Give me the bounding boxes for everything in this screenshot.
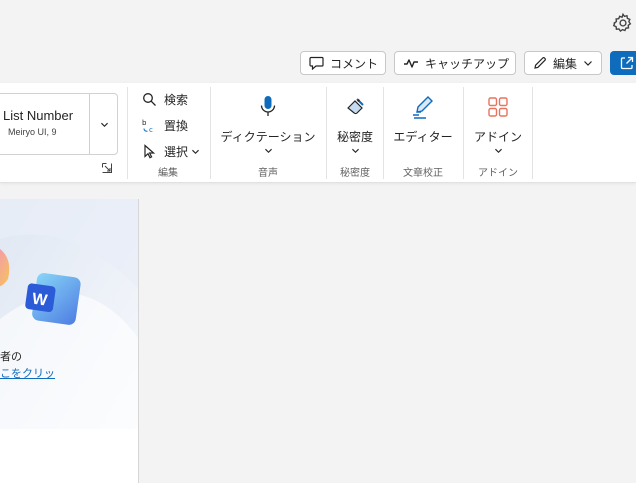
settings-gear-icon[interactable] xyxy=(612,12,634,34)
document-link[interactable]: こをクリッ xyxy=(0,365,55,381)
comment-icon xyxy=(309,56,324,70)
svg-text:b: b xyxy=(142,119,147,127)
replace-button[interactable]: b c 置換 xyxy=(142,115,188,135)
replace-label: 置換 xyxy=(164,118,189,133)
proofing-group-label: 文章校正 xyxy=(403,168,443,179)
ribbon-separator xyxy=(463,87,464,179)
comment-label: コメント xyxy=(330,56,379,71)
voice-group-label: 音声 xyxy=(258,168,278,179)
sensitivity-group-label: 秘密度 xyxy=(340,168,370,179)
sensitivity-button[interactable]: 秘密度 xyxy=(332,93,378,154)
activity-pulse-icon xyxy=(404,59,418,68)
comment-button[interactable]: コメント xyxy=(300,51,386,75)
chevron-down-icon xyxy=(101,122,108,127)
editing-mode-label: 編集 xyxy=(553,56,578,71)
welcome-banner-image: W xyxy=(0,199,138,429)
addins-label: アドイン xyxy=(473,130,522,144)
style-name: List Number xyxy=(3,108,74,123)
editor-pen-icon xyxy=(413,96,433,119)
sensitivity-label-icon xyxy=(347,98,364,115)
share-button[interactable] xyxy=(610,51,636,75)
ribbon: List Number Meiryo UI, 9 検索 b c 置換 選択 編集 xyxy=(0,83,636,183)
chevron-down-icon xyxy=(192,149,199,154)
chevron-down-icon xyxy=(494,148,502,154)
sensitivity-label: 秘密度 xyxy=(336,130,373,144)
ribbon-separator xyxy=(383,87,384,179)
document-page[interactable]: W 者の こをクリッ xyxy=(0,199,139,483)
cursor-arrow-icon xyxy=(144,143,156,159)
style-font: Meiryo UI, 9 xyxy=(8,127,57,137)
share-icon xyxy=(620,56,634,70)
dictate-button[interactable]: ディクテーション xyxy=(218,93,318,154)
editing-mode-button[interactable]: 編集 xyxy=(524,51,602,75)
svg-text:c: c xyxy=(149,126,153,133)
find-button[interactable]: 検索 xyxy=(142,89,188,109)
ribbon-separator xyxy=(127,87,128,179)
editing-group-label: 編集 xyxy=(158,168,178,179)
ribbon-separator xyxy=(210,87,211,179)
addins-grid-icon xyxy=(488,97,508,117)
select-button[interactable]: 選択 xyxy=(142,141,200,161)
editor-label: エディター xyxy=(393,130,453,144)
title-bar xyxy=(0,0,636,44)
microphone-icon xyxy=(260,96,276,116)
editor-button[interactable]: エディター xyxy=(390,93,456,145)
style-gallery[interactable]: List Number Meiryo UI, 9 xyxy=(0,93,118,155)
dialog-launcher-icon[interactable] xyxy=(101,162,113,174)
dictate-label: ディクテーション xyxy=(220,130,316,144)
chevron-down-icon xyxy=(351,148,359,154)
style-gallery-expand-button[interactable] xyxy=(89,94,119,154)
chevron-down-icon xyxy=(264,148,272,154)
catchup-label: キャッチアップ xyxy=(425,56,510,71)
chevron-down-icon xyxy=(584,61,592,66)
catchup-button[interactable]: キャッチアップ xyxy=(394,51,516,75)
addins-button[interactable]: アドイン xyxy=(470,93,526,154)
select-label: 選択 xyxy=(164,144,189,159)
pencil-icon xyxy=(534,57,546,69)
find-label: 検索 xyxy=(164,92,189,107)
replace-icon: b c xyxy=(142,119,153,133)
ribbon-separator xyxy=(326,87,327,179)
ribbon-separator xyxy=(532,87,533,179)
search-icon xyxy=(143,92,156,106)
addins-group-label: アドイン xyxy=(478,168,518,179)
document-text: 者の xyxy=(0,350,22,363)
